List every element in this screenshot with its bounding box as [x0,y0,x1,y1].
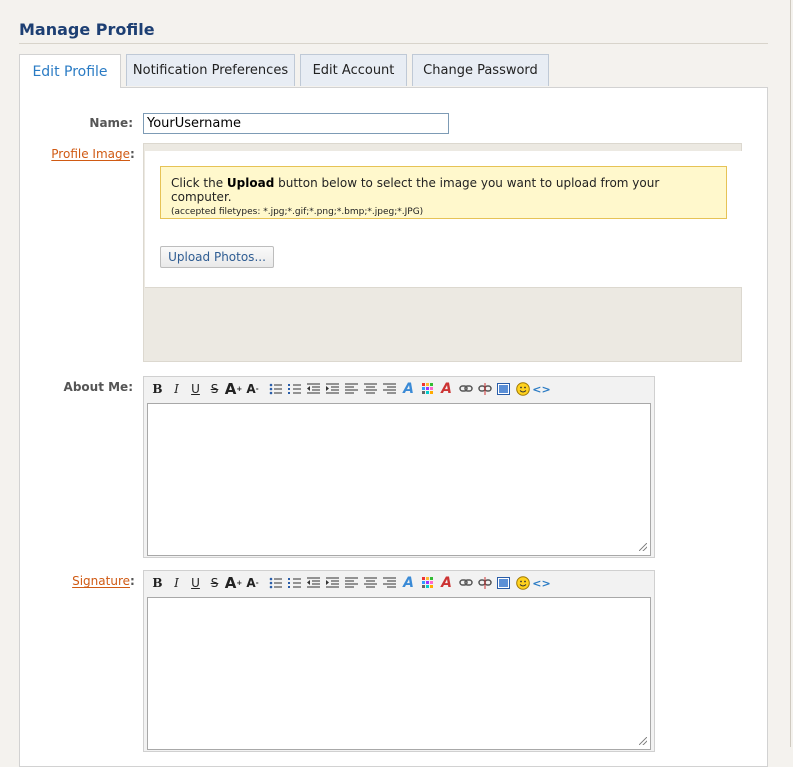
underline-icon[interactable]: U [186,380,205,398]
tab-notification-preferences[interactable]: Notification Preferences [126,54,295,86]
indent-icon[interactable] [323,380,342,398]
bold-icon[interactable]: B [148,574,167,592]
tab-edit-account[interactable]: Edit Account [300,54,407,86]
resize-handle[interactable] [639,543,647,551]
source-code-icon[interactable]: <> [532,380,551,398]
color-palette-icon[interactable] [418,380,437,398]
font-size-decrease-icon[interactable]: A- [243,380,262,398]
title-divider [19,43,768,44]
outdent-icon[interactable] [304,574,323,592]
emoticon-icon[interactable] [513,380,532,398]
source-code-icon[interactable]: <> [532,574,551,592]
align-right-icon[interactable] [380,574,399,592]
font-color-icon[interactable]: A [399,380,418,398]
align-left-icon[interactable] [342,380,361,398]
strikethrough-icon[interactable]: S [205,380,224,398]
italic-icon[interactable]: I [167,380,186,398]
bullet-list-icon[interactable] [266,574,285,592]
upload-notice: Click the Upload button below to select … [160,166,727,219]
align-center-icon[interactable] [361,380,380,398]
numbered-list-icon[interactable] [285,574,304,592]
numbered-list-icon[interactable] [285,380,304,398]
signature-toolbar: B I U S A + A- A A <> [148,574,551,592]
tab-edit-profile[interactable]: Edit Profile [19,54,121,88]
font-size-increase-icon[interactable]: A + [224,380,243,398]
emoticon-icon[interactable] [513,574,532,592]
insert-image-icon[interactable] [494,380,513,398]
signature-colon: : [130,574,135,588]
resize-handle[interactable] [639,737,647,745]
background-color-icon[interactable]: A [437,574,456,592]
signature-textarea[interactable] [147,597,651,750]
color-palette-icon[interactable] [418,574,437,592]
profile-image-link[interactable]: Profile Image [50,147,130,161]
about-me-textarea[interactable] [147,403,651,556]
align-center-icon[interactable] [361,574,380,592]
font-color-icon[interactable]: A [399,574,418,592]
remove-link-icon[interactable] [475,574,494,592]
profile-image-uploader: Click the Upload button below to select … [143,143,742,362]
tab-change-password[interactable]: Change Password [412,54,549,86]
insert-link-icon[interactable] [456,380,475,398]
about-me-toolbar: B I U S A + A- A A <> [148,380,551,398]
upload-area: Click the Upload button below to select … [145,151,742,288]
align-right-icon[interactable] [380,380,399,398]
profile-image-colon: : [130,147,135,161]
italic-icon[interactable]: I [167,574,186,592]
remove-link-icon[interactable] [475,380,494,398]
indent-icon[interactable] [323,574,342,592]
upload-instructions: Click the Upload button below to select … [171,176,660,204]
about-me-label: About Me: [63,380,133,394]
page-right-border [790,0,791,747]
signature-link[interactable]: Signature [50,574,130,588]
insert-link-icon[interactable] [456,574,475,592]
name-label: Name: [89,116,133,130]
signature-editor: B I U S A + A- A A <> [143,570,655,752]
font-size-increase-icon[interactable]: A + [224,574,243,592]
align-left-icon[interactable] [342,574,361,592]
strikethrough-icon[interactable]: S [205,574,224,592]
bold-icon[interactable]: B [148,380,167,398]
bullet-list-icon[interactable] [266,380,285,398]
underline-icon[interactable]: U [186,574,205,592]
accepted-filetypes: (accepted filetypes: *.jpg;*.gif;*.png;*… [171,207,424,217]
insert-image-icon[interactable] [494,574,513,592]
outdent-icon[interactable] [304,380,323,398]
name-input[interactable] [143,113,449,134]
page-title: Manage Profile [19,20,155,39]
font-size-decrease-icon[interactable]: A- [243,574,262,592]
background-color-icon[interactable]: A [437,380,456,398]
upload-photos-button[interactable]: Upload Photos... [160,246,274,268]
about-me-editor: B I U S A + A- A A <> [143,376,655,558]
